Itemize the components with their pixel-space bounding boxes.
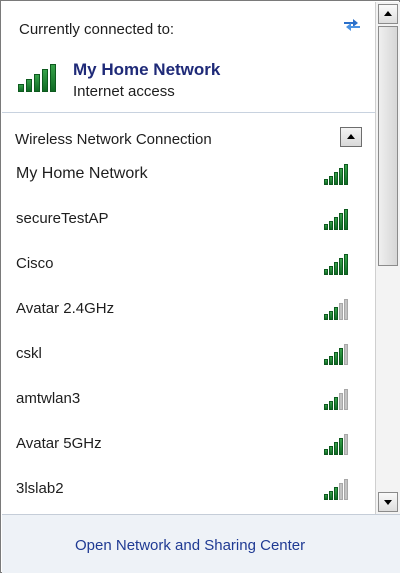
network-name: cskl [16, 345, 42, 362]
signal-bar [344, 389, 348, 410]
signal-bar [339, 168, 343, 185]
connection-signal-icon [18, 62, 56, 92]
refresh-arrows-icon[interactable] [340, 12, 364, 36]
network-name: My Home Network [16, 165, 148, 182]
signal-bar [334, 217, 338, 230]
network-list-item[interactable]: Avatar 2.4GHz [2, 288, 375, 333]
signal-bar [344, 479, 348, 500]
signal-bar [329, 176, 333, 185]
wifi-signal-icon [324, 253, 348, 275]
wifi-signal-icon [324, 208, 348, 230]
network-flyout: Currently connected to: My Home Network … [0, 0, 400, 573]
signal-bar [344, 164, 348, 185]
signal-bar [334, 352, 338, 365]
wifi-signal-icon [324, 163, 348, 185]
network-list-item[interactable]: amtwlan3 [2, 378, 375, 423]
network-list-item[interactable]: My Home Network [2, 153, 375, 198]
signal-bar [339, 348, 343, 365]
signal-bar [344, 209, 348, 230]
vertical-scrollbar[interactable] [375, 2, 400, 514]
scroll-thumb[interactable] [378, 26, 398, 266]
flyout-footer: Open Network and Sharing Center [2, 514, 400, 573]
currently-connected-label: Currently connected to: [19, 21, 175, 38]
signal-bar [324, 404, 328, 410]
signal-bar [329, 491, 333, 500]
signal-bar [344, 344, 348, 365]
signal-bar [26, 79, 32, 92]
network-list: My Home Network secureTestAP Cisco Avatar 2… [2, 153, 375, 513]
wifi-signal-icon [324, 298, 348, 320]
signal-bar [324, 449, 328, 455]
connection-status: Internet access [73, 83, 175, 100]
signal-bar [334, 442, 338, 455]
network-list-item[interactable]: Cisco [2, 243, 375, 288]
network-list-item[interactable]: cskl [2, 333, 375, 378]
signal-bar [324, 494, 328, 500]
wifi-signal-icon [324, 433, 348, 455]
signal-bar [339, 213, 343, 230]
signal-bar [329, 311, 333, 320]
signal-bar [329, 266, 333, 275]
current-connection-panel: Currently connected to: My Home Network … [2, 2, 375, 113]
wifi-signal-icon [324, 478, 348, 500]
network-list-item[interactable]: 3lslab2 [2, 468, 375, 513]
network-list-item[interactable]: secureTestAP [2, 198, 375, 243]
signal-bar [324, 359, 328, 365]
signal-bar [329, 221, 333, 230]
signal-bar [34, 74, 40, 92]
signal-bar [42, 69, 48, 92]
signal-bar [334, 397, 338, 410]
signal-bar [18, 84, 24, 92]
signal-bar [339, 258, 343, 275]
signal-bar [339, 438, 343, 455]
signal-bar [324, 179, 328, 185]
signal-bar [344, 299, 348, 320]
signal-bar [334, 307, 338, 320]
network-list-item[interactable]: Avatar 5GHz [2, 423, 375, 468]
signal-bar [329, 446, 333, 455]
signal-bar [334, 262, 338, 275]
signal-bar [339, 393, 343, 410]
network-name: secureTestAP [16, 210, 109, 227]
wifi-signal-icon [324, 343, 348, 365]
signal-bar [334, 172, 338, 185]
scroll-down-button[interactable] [378, 492, 398, 512]
wireless-section-header: Wireless Network Connection [2, 113, 375, 153]
signal-bar [324, 269, 328, 275]
network-name: 3lslab2 [16, 480, 64, 497]
connected-network-name: My Home Network [73, 60, 221, 79]
signal-bar [329, 356, 333, 365]
signal-bar [324, 314, 328, 320]
signal-bar [344, 434, 348, 455]
network-name: amtwlan3 [16, 390, 81, 407]
flyout-content: Currently connected to: My Home Network … [2, 2, 375, 514]
signal-bar [50, 64, 56, 92]
signal-bar [329, 401, 333, 410]
wireless-section-label: Wireless Network Connection [15, 131, 212, 148]
signal-bar [339, 483, 343, 500]
scroll-up-button[interactable] [378, 4, 398, 24]
open-network-sharing-center-link[interactable]: Open Network and Sharing Center [75, 537, 305, 554]
wifi-signal-icon [324, 388, 348, 410]
signal-bar [339, 303, 343, 320]
signal-bar [334, 487, 338, 500]
signal-bar [324, 224, 328, 230]
collapse-section-button[interactable] [340, 127, 362, 147]
network-name: Avatar 5GHz [16, 435, 102, 452]
network-name: Cisco [16, 255, 54, 272]
network-name: Avatar 2.4GHz [16, 300, 115, 317]
signal-bar [344, 254, 348, 275]
